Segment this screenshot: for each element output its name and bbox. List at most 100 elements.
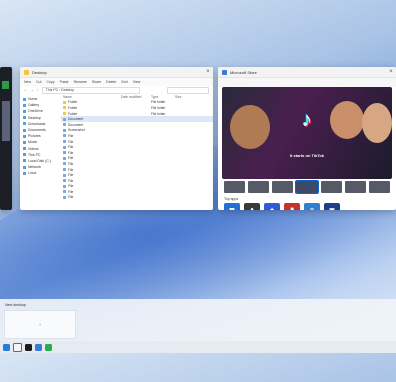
table-row[interactable]: File bbox=[61, 195, 213, 201]
app-card[interactable]: ▦ bbox=[224, 203, 240, 210]
document-icon bbox=[63, 151, 66, 155]
file-name: File bbox=[68, 189, 74, 194]
document-icon bbox=[63, 156, 66, 160]
folder-icon bbox=[23, 140, 26, 144]
sidebar-item-label: Network bbox=[28, 165, 41, 170]
file-name: File bbox=[68, 178, 74, 183]
taskbar bbox=[0, 341, 396, 353]
sidebar-item-label: Local Disk (C:) bbox=[28, 158, 51, 163]
task-view-icon[interactable] bbox=[13, 342, 22, 352]
file-name: File bbox=[68, 161, 74, 166]
document-icon bbox=[63, 134, 66, 138]
virtual-desktops-bar: New desktop + bbox=[0, 299, 396, 341]
app-card[interactable]: ● bbox=[244, 203, 260, 210]
search-input[interactable] bbox=[167, 86, 209, 94]
explorer-toolbar: New Cut Copy Paste Rename Share Delete Sort View bbox=[20, 78, 213, 86]
file-list-header: Name Date modified Type Size bbox=[61, 94, 213, 100]
explorer-title: Desktop bbox=[32, 69, 47, 75]
store-window[interactable]: Microsoft Store × ♪ It starts on TikTok … bbox=[218, 67, 396, 210]
file-name-cell: Folder bbox=[61, 100, 121, 104]
toolbar-button[interactable]: Share bbox=[92, 80, 101, 84]
app-icon: ◆ bbox=[264, 203, 280, 210]
app-taskbar-icon[interactable] bbox=[45, 343, 52, 351]
desktop-label: New desktop bbox=[5, 303, 26, 307]
store-icon bbox=[222, 69, 227, 75]
file-name-cell: File bbox=[61, 190, 121, 194]
app-card[interactable]: ▣ bbox=[324, 203, 340, 210]
app-card[interactable]: ■ bbox=[284, 203, 300, 210]
toolbar-button[interactable]: Cut bbox=[36, 80, 41, 84]
document-icon bbox=[63, 162, 66, 166]
app-icon: ▦ bbox=[224, 203, 240, 210]
close-icon[interactable]: × bbox=[386, 67, 396, 77]
file-name: Screenshot bbox=[68, 128, 85, 133]
toolbar-button[interactable]: Sort bbox=[121, 80, 127, 84]
file-name-cell: File bbox=[61, 168, 121, 172]
file-type: File folder bbox=[151, 111, 166, 116]
document-icon bbox=[63, 184, 66, 188]
left-window-content bbox=[2, 101, 10, 141]
app-icon: ■ bbox=[284, 203, 300, 210]
address-text: This PC › Desktop bbox=[45, 88, 75, 92]
store-titlebar[interactable]: Microsoft Store × bbox=[218, 67, 396, 78]
start-icon[interactable] bbox=[3, 343, 10, 351]
file-name: File bbox=[68, 139, 74, 144]
folder-icon bbox=[23, 103, 26, 107]
document-icon bbox=[63, 123, 66, 127]
sidebar-item-label: Linux bbox=[28, 171, 37, 176]
folder-icon bbox=[23, 171, 26, 175]
toolbar-button[interactable]: New bbox=[24, 80, 31, 84]
toolbar-button[interactable]: Copy bbox=[46, 80, 54, 84]
toolbar-button[interactable]: Rename bbox=[74, 80, 87, 84]
close-icon[interactable]: × bbox=[203, 67, 213, 77]
file-name: File bbox=[68, 195, 74, 200]
file-name-cell: File bbox=[61, 173, 121, 177]
terminal-icon[interactable] bbox=[25, 343, 32, 351]
folder-icon bbox=[23, 159, 26, 163]
hero-thumbnail[interactable] bbox=[248, 181, 270, 193]
toolbar-button[interactable]: View bbox=[133, 80, 141, 84]
store-taskbar-icon[interactable] bbox=[35, 343, 42, 351]
new-desktop-button[interactable]: + bbox=[4, 310, 76, 339]
sidebar-item-label: Desktop bbox=[28, 115, 41, 120]
column-name[interactable]: Name bbox=[61, 95, 121, 99]
hero-thumbnail[interactable] bbox=[368, 181, 390, 193]
file-explorer-window[interactable]: Desktop × New Cut Copy Paste Rename Share Dele… bbox=[20, 67, 213, 210]
tiktok-logo-icon: ♪ bbox=[302, 109, 312, 131]
hero-thumbnail[interactable] bbox=[272, 181, 294, 193]
folder-icon bbox=[23, 153, 26, 157]
sidebar-item-label: Music bbox=[28, 140, 38, 145]
app-icon: ● bbox=[244, 203, 260, 210]
column-date[interactable]: Date modified bbox=[121, 95, 151, 99]
hero-person-image bbox=[230, 105, 270, 149]
sidebar-item[interactable]: Linux bbox=[23, 170, 61, 176]
document-icon bbox=[63, 168, 66, 172]
forward-arrow-icon[interactable]: → bbox=[31, 88, 35, 92]
app-card[interactable]: ✕ bbox=[304, 203, 320, 210]
toolbar-button[interactable]: Paste bbox=[60, 80, 69, 84]
file-name: Folder bbox=[68, 105, 78, 110]
column-size[interactable]: Size bbox=[175, 95, 191, 99]
app-card[interactable]: ◆ bbox=[264, 203, 280, 210]
file-name: Document bbox=[68, 122, 84, 127]
app-icon: ▣ bbox=[324, 203, 340, 210]
folder-icon bbox=[23, 109, 26, 113]
document-icon bbox=[63, 117, 66, 121]
address-bar[interactable]: This PC › Desktop bbox=[41, 86, 140, 94]
explorer-titlebar[interactable]: Desktop × bbox=[20, 67, 213, 78]
file-name: Document bbox=[68, 117, 84, 122]
left-window[interactable] bbox=[0, 67, 12, 210]
hero-thumbnail[interactable] bbox=[224, 181, 246, 193]
hero-thumbnail-active[interactable] bbox=[295, 180, 319, 194]
back-arrow-icon[interactable]: ← bbox=[24, 88, 28, 92]
hero-thumbnail[interactable] bbox=[320, 181, 342, 193]
folder-icon bbox=[23, 147, 26, 151]
up-arrow-icon[interactable]: ↑ bbox=[37, 88, 39, 92]
toolbar-button[interactable]: Delete bbox=[106, 80, 116, 84]
hero-banner[interactable]: ♪ It starts on TikTok bbox=[222, 87, 392, 179]
folder-icon bbox=[63, 106, 66, 110]
sidebar-item-label: Videos bbox=[28, 146, 39, 151]
file-name-cell: Folder bbox=[61, 112, 121, 116]
hero-thumbnail[interactable] bbox=[344, 181, 366, 193]
column-type[interactable]: Type bbox=[151, 95, 175, 99]
